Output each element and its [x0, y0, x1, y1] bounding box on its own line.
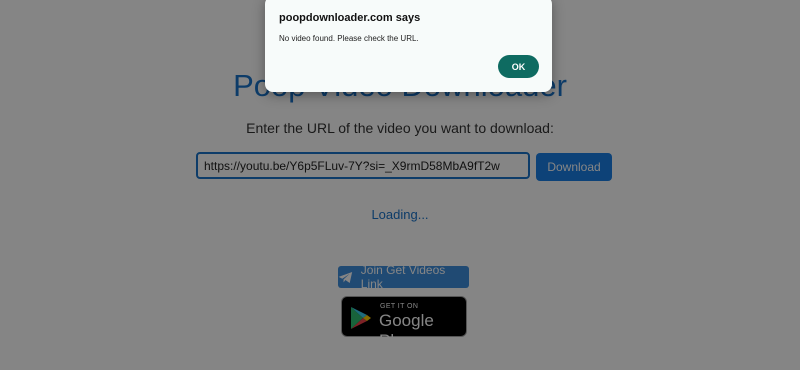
ok-button[interactable]: OK [498, 55, 539, 78]
dialog-title: poopdownloader.com says [279, 12, 421, 24]
dialog-message: No video found. Please check the URL. [279, 34, 419, 43]
alert-dialog: poopdownloader.com says No video found. … [265, 0, 552, 92]
